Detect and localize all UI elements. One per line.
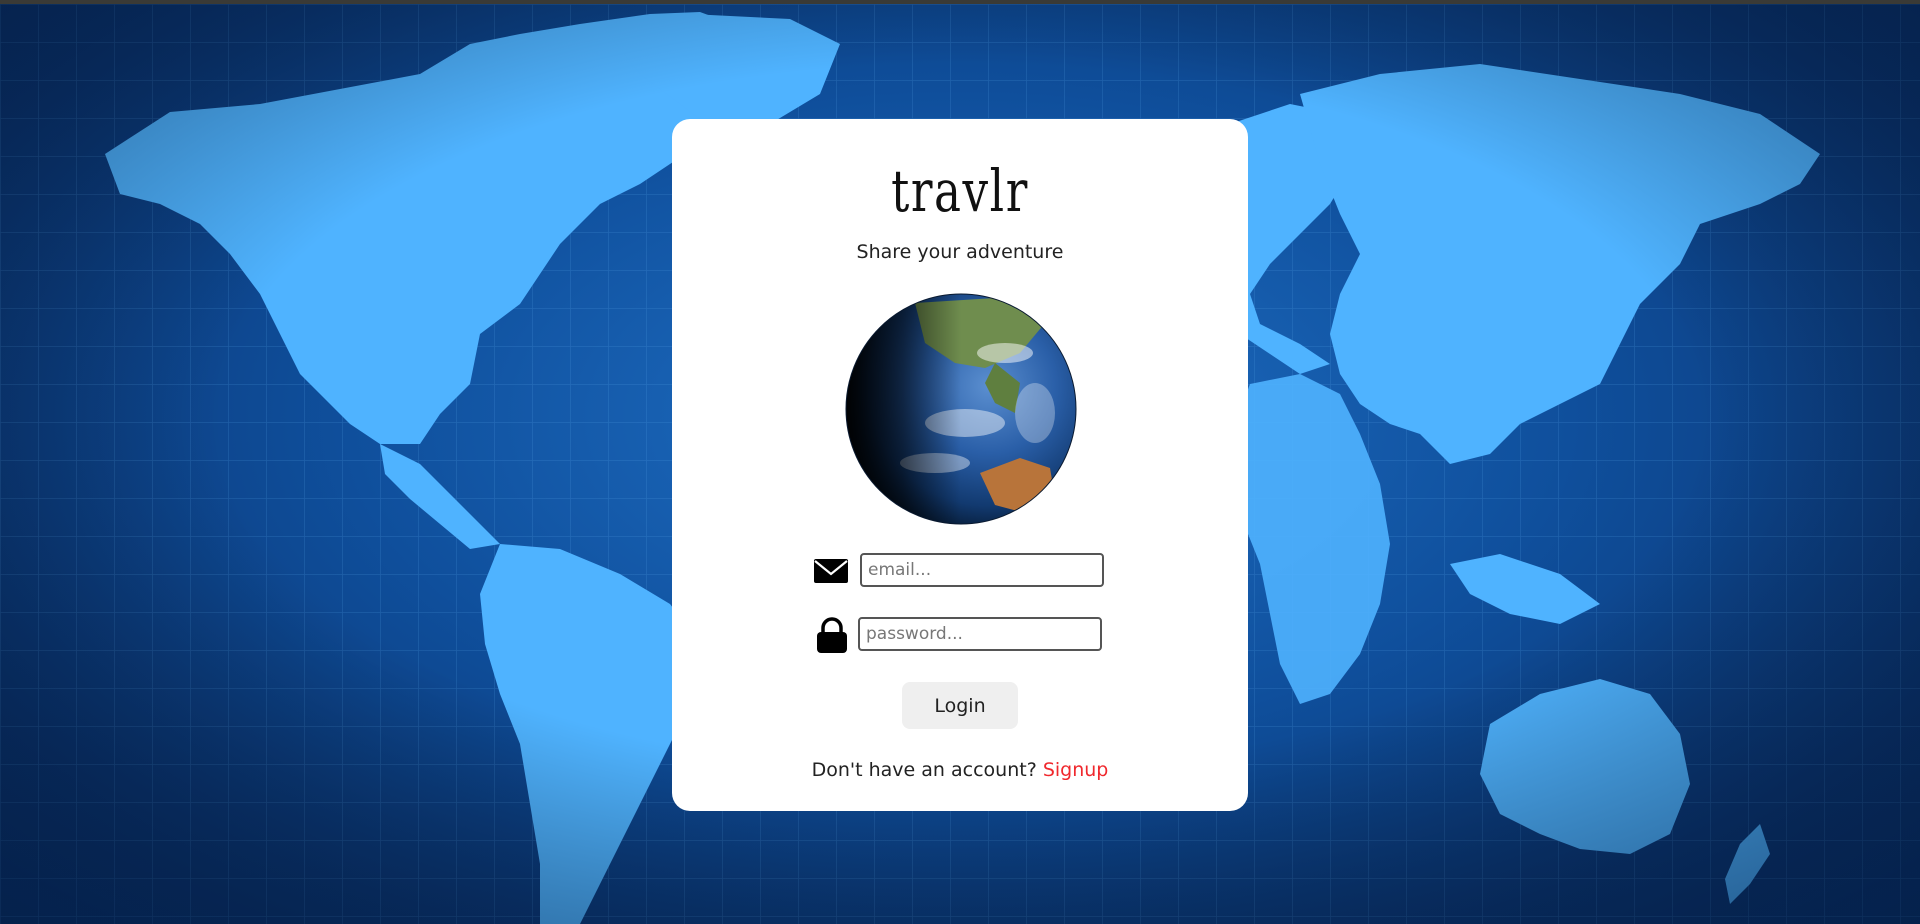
signup-link[interactable]: Signup (1043, 759, 1109, 781)
tagline: Share your adventure (856, 241, 1064, 263)
envelope-icon (814, 559, 848, 583)
password-input[interactable] (858, 617, 1102, 651)
signup-prompt-line: Don't have an account? Signup (672, 759, 1248, 781)
password-row (812, 617, 1112, 653)
email-input[interactable] (860, 553, 1104, 587)
login-card: travlr Share your adventure email... Log… (672, 119, 1248, 811)
lock-icon (817, 617, 847, 653)
app-logo-text: travlr (891, 157, 1029, 225)
email-row (812, 553, 1112, 589)
signup-prompt-text: Don't have an account? (811, 759, 1043, 781)
globe-image (845, 293, 1077, 525)
login-button[interactable]: Login (902, 682, 1018, 729)
